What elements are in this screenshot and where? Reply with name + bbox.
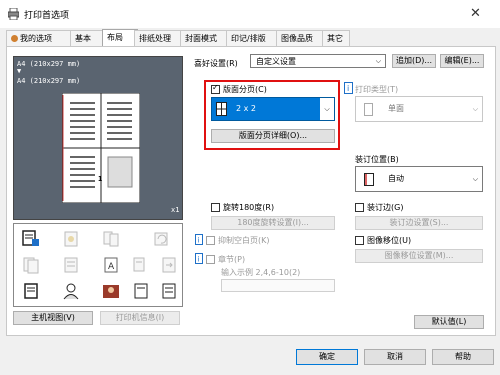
preview-arrow: ▼ [17,67,22,75]
chevron-down-icon: ⌵ [320,98,334,120]
tab-finishing[interactable]: 排纸处理 [134,30,184,47]
page-preview-image [62,93,140,203]
chapters-label: 章节(P) [218,255,246,264]
help-button[interactable]: 帮助 [432,349,494,365]
close-icon[interactable]: ✕ [470,6,481,21]
combine-details-button[interactable]: 版面分页详细(O)... [211,129,335,143]
combine-function-icon[interactable] [22,230,40,248]
tab-label: 我的选项 [20,34,52,43]
skip-blank-label: 抑制空白页(K) [218,236,270,245]
chevron-down-icon: ⌵ [375,57,381,65]
binding-margin-checkbox[interactable] [355,203,364,212]
tab-label: 封面模式 [185,34,217,43]
combine-select[interactable]: 2 x 2 ⌵ [211,97,335,121]
favorites-label: 喜好设置(R) [194,59,238,68]
binding-position-select[interactable]: 自动 ⌵ [355,166,483,192]
print-type-label: 打印类型(T) [355,85,399,94]
chapters-input [221,279,335,292]
page-letter-icon: A [104,257,118,273]
printer-info-button: 打印机信息(I) [100,311,180,325]
tab-label: 基本 [75,34,91,43]
rotate180-checkbox[interactable] [211,203,220,212]
tab-label: 图像品质 [281,34,313,43]
binding-margin-settings-button: 装订边设置(S)... [355,216,483,230]
tab-my-options[interactable]: 我的选项 [6,30,74,47]
combine-layout-icon [216,102,227,116]
chapters-example: 输入示例 2,4,6-10(2) [221,268,301,277]
image-shift-checkbox[interactable] [355,236,364,245]
binding-left-icon [364,173,374,186]
rotate180-settings-button: 180度旋转设置(I)... [211,216,335,230]
print-preview: A4 (210x297 mm) ▼ A4 (210x297 mm) 1 x1 [13,56,183,220]
person-icon [63,283,79,300]
tab-cover-mode[interactable]: 封面模式 [180,30,230,47]
tab-basic[interactable]: 基本 [70,30,106,47]
title-bar: 打印首选项 ✕ [0,0,500,28]
image-shift-settings-button: 图像移位设置(M)... [355,249,483,263]
function-icon-panel: A [13,223,183,307]
rotate180-label: 旋转180度(R) [223,203,275,212]
user-icon [11,35,18,42]
booklet-icon [103,231,119,247]
chevron-down-icon: ⌵ [472,105,478,113]
binding-position-value: 自动 [388,174,404,183]
info-icon: i [195,234,203,245]
printer-icon [8,8,19,20]
favorites-value: 自定义设置 [256,57,296,66]
rotate-icon [154,232,168,246]
tab-label: 印记/排版 [231,34,266,43]
tab-label: 布局 [107,33,123,42]
svg-text:i: i [198,237,200,245]
info-icon: i [195,253,203,264]
print-type-select: 单面 ⌵ [355,96,483,122]
print-type-value: 单面 [388,104,404,113]
ok-button[interactable]: 确定 [296,349,358,365]
single-side-icon [364,103,373,116]
tab-stamp-composition[interactable]: 印记/排版 [226,30,280,47]
watermark-icon [134,283,148,299]
svg-text:A: A [108,262,115,272]
chevron-down-icon: ⌵ [472,175,478,183]
svg-text:i: i [347,84,349,93]
svg-text:i: i [198,256,200,264]
combine-value: 2 x 2 [236,104,256,113]
output-paper-size: A4 (210x297 mm) [17,60,81,68]
image-shift-label: 图像移位(U) [367,236,412,245]
chapters-icon [64,257,78,273]
add-favorite-button[interactable]: 追加(D)... [392,54,436,68]
edit-favorite-button[interactable]: 编辑(E)... [440,54,484,68]
binding-margin-icon [133,257,145,272]
poster-mode-icon [64,231,78,247]
combine-label: 版面分页(C) [223,85,267,94]
main-view-button[interactable]: 主机视图(V) [13,311,93,325]
page-number: 1 [98,175,103,183]
favorites-select[interactable]: 自定义设置 ⌵ [250,54,386,68]
skip-blank-icon [23,257,39,274]
document-icon [24,283,38,299]
skip-blank-checkbox [206,236,215,245]
original-paper-size: A4 (210x297 mm) [17,77,81,85]
user-group-icon [103,285,119,298]
combine-checkbox[interactable] [211,83,220,94]
image-shift-icon [162,257,176,273]
chapters-checkbox [206,255,215,264]
tab-label: 其它 [327,34,343,43]
window-title: 打印首选项 [24,11,70,21]
info-icon: i [344,82,353,94]
zoom-level: x1 [171,206,180,214]
cancel-button[interactable]: 取消 [364,349,426,365]
binding-margin-label: 装订边(G) [367,203,404,212]
binding-position-label: 装订位置(B) [355,155,399,164]
tab-label: 排纸处理 [139,34,171,43]
tab-image-quality[interactable]: 图像品质 [276,30,326,47]
tab-other[interactable]: 其它 [322,30,350,47]
finishing-icon [162,283,176,299]
defaults-button[interactable]: 默认值(L) [414,315,484,329]
